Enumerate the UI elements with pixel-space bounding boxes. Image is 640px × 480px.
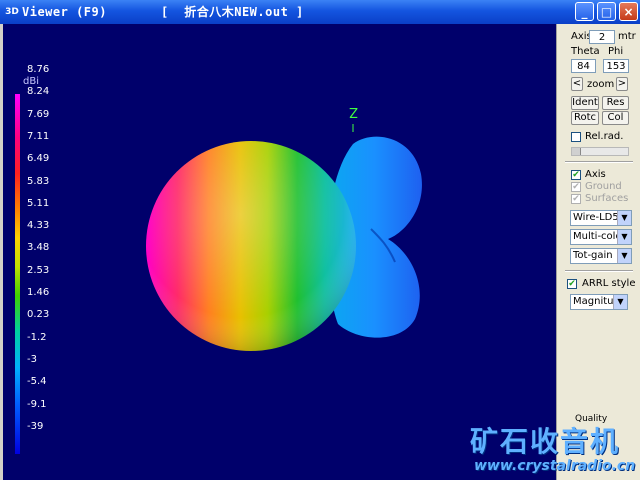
relrad-checkbox[interactable] <box>571 132 581 142</box>
close-button[interactable]: × <box>619 2 638 21</box>
color-select-value: Multi-colo <box>573 231 622 242</box>
ident-button[interactable]: Ident <box>571 96 599 110</box>
surfaces-checkbox: ✔ <box>571 194 581 204</box>
z-axis-label: Z <box>349 104 358 119</box>
ground-checkbox: ✔ <box>571 182 581 192</box>
ground-check-label: Ground <box>585 181 622 192</box>
wire-select-value: Wire-LD5 <box>573 212 619 223</box>
arrl-checkbox[interactable]: ✔ <box>567 279 577 289</box>
axis-check-label: Axis <box>585 169 606 180</box>
3d-viewport[interactable]: dBi 8.76 8.24 7.69 7.11 6.49 5.83 5.11 4.33 3.48… <box>3 24 556 480</box>
maximize-button[interactable]: □ <box>597 2 616 21</box>
color-select[interactable]: Multi-colo ▼ <box>570 229 632 245</box>
chevron-down-icon[interactable]: ▼ <box>617 211 631 225</box>
magnitude-select[interactable]: Magnitud ▼ <box>570 294 628 310</box>
axis-unit-label: mtr <box>618 31 636 42</box>
separator <box>565 161 633 163</box>
gain-select-value: Tot-gain <box>573 250 613 261</box>
minimize-button[interactable]: _ <box>575 2 594 21</box>
watermark-url: www.crystalradio.cn <box>474 458 636 474</box>
zoom-in-button[interactable]: > <box>616 77 628 91</box>
separator <box>565 270 633 272</box>
watermark-text: 矿石收音机 <box>470 425 621 458</box>
col-button[interactable]: Col <box>602 111 629 125</box>
rotc-button[interactable]: Rotc <box>571 111 599 125</box>
surfaces-check-label: Surfaces <box>585 193 629 204</box>
theta-label: Theta <box>571 46 600 57</box>
title-bar: 3D Viewer (F9) [ 折合八木NEW.out ] _ □ × <box>0 0 640 24</box>
res-button[interactable]: Res <box>602 96 629 110</box>
phi-label: Phi <box>608 46 624 57</box>
gain-select[interactable]: Tot-gain ▼ <box>570 248 632 264</box>
window-title: Viewer (F9) [ 折合八木NEW.out ] <box>22 5 304 19</box>
arrl-check-label: ARRL style <box>582 278 636 289</box>
relrad-label: Rel.rad. <box>585 131 624 142</box>
chevron-down-icon[interactable]: ▼ <box>613 295 627 309</box>
axis-size-input[interactable]: 2 <box>589 30 615 44</box>
relrad-slider[interactable] <box>571 147 629 156</box>
zoom-out-button[interactable]: < <box>571 77 583 91</box>
wire-select[interactable]: Wire-LD5 ▼ <box>570 210 632 226</box>
app-icon: 3D <box>5 7 19 17</box>
axis-checkbox[interactable]: ✔ <box>571 170 581 180</box>
zoom-label: zoom <box>587 79 615 90</box>
chevron-down-icon[interactable]: ▼ <box>617 249 631 263</box>
theta-input[interactable]: 84 <box>571 59 596 73</box>
control-panel: Axis 2 mtr Theta Phi 84 153 < zoom > Ide… <box>556 24 640 480</box>
radiation-pattern: Z <box>146 104 422 351</box>
chevron-down-icon[interactable]: ▼ <box>617 230 631 244</box>
phi-input[interactable]: 153 <box>603 59 629 73</box>
slider-thumb[interactable] <box>572 148 581 155</box>
